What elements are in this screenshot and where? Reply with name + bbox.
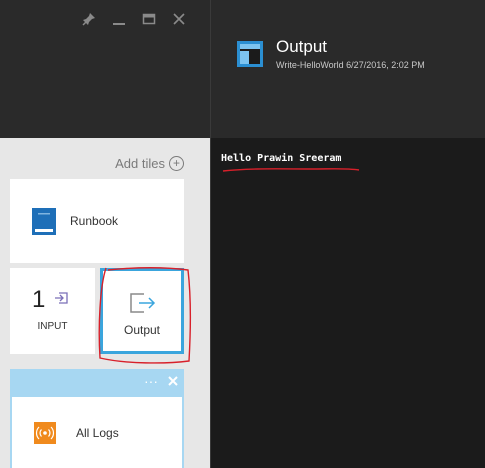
input-count: 1: [32, 286, 46, 313]
runbook-tile[interactable]: Runbook: [10, 179, 184, 263]
close-icon[interactable]: [168, 373, 178, 389]
left-blade-header: [0, 0, 210, 138]
output-blade-icon: [236, 40, 264, 68]
logs-broadcast-icon: [34, 421, 56, 444]
window-controls: [82, 12, 186, 26]
output-tile[interactable]: Output: [100, 268, 184, 354]
runbook-tile-label: Runbook: [70, 214, 119, 228]
output-blade-header: Output Write-HelloWorld 6/27/2016, 2:02 …: [211, 0, 485, 138]
output-console: Hello Prawin Sreeram: [211, 138, 485, 468]
input-arrow-icon: [54, 291, 68, 309]
output-text: Hello Prawin Sreeram: [221, 153, 342, 164]
more-icon[interactable]: ···: [144, 373, 158, 389]
tiles-area: Add tiles + Runbook 1 INPUT Output ··· A…: [0, 138, 210, 468]
close-icon[interactable]: [172, 12, 186, 26]
add-tiles-button[interactable]: Add tiles +: [115, 156, 184, 171]
add-tiles-label: Add tiles: [115, 156, 165, 171]
input-tile[interactable]: 1 INPUT: [10, 268, 95, 354]
input-tile-label: INPUT: [37, 321, 68, 332]
maximize-icon[interactable]: [142, 12, 156, 26]
output-arrow-icon: [130, 293, 156, 318]
plus-circle-icon: +: [169, 156, 184, 171]
pin-icon[interactable]: [82, 12, 96, 26]
all-logs-tile-label: All Logs: [76, 425, 119, 440]
blade-title: Output: [276, 37, 328, 56]
annotation-underline: [222, 168, 360, 172]
blade-subtitle: Write-HelloWorld 6/27/2016, 2:02 PM: [276, 60, 425, 70]
output-tile-label: Output: [123, 323, 161, 337]
all-logs-tile[interactable]: All Logs: [12, 397, 182, 468]
runbook-book-icon: [32, 207, 56, 235]
minimize-icon[interactable]: [112, 12, 126, 26]
